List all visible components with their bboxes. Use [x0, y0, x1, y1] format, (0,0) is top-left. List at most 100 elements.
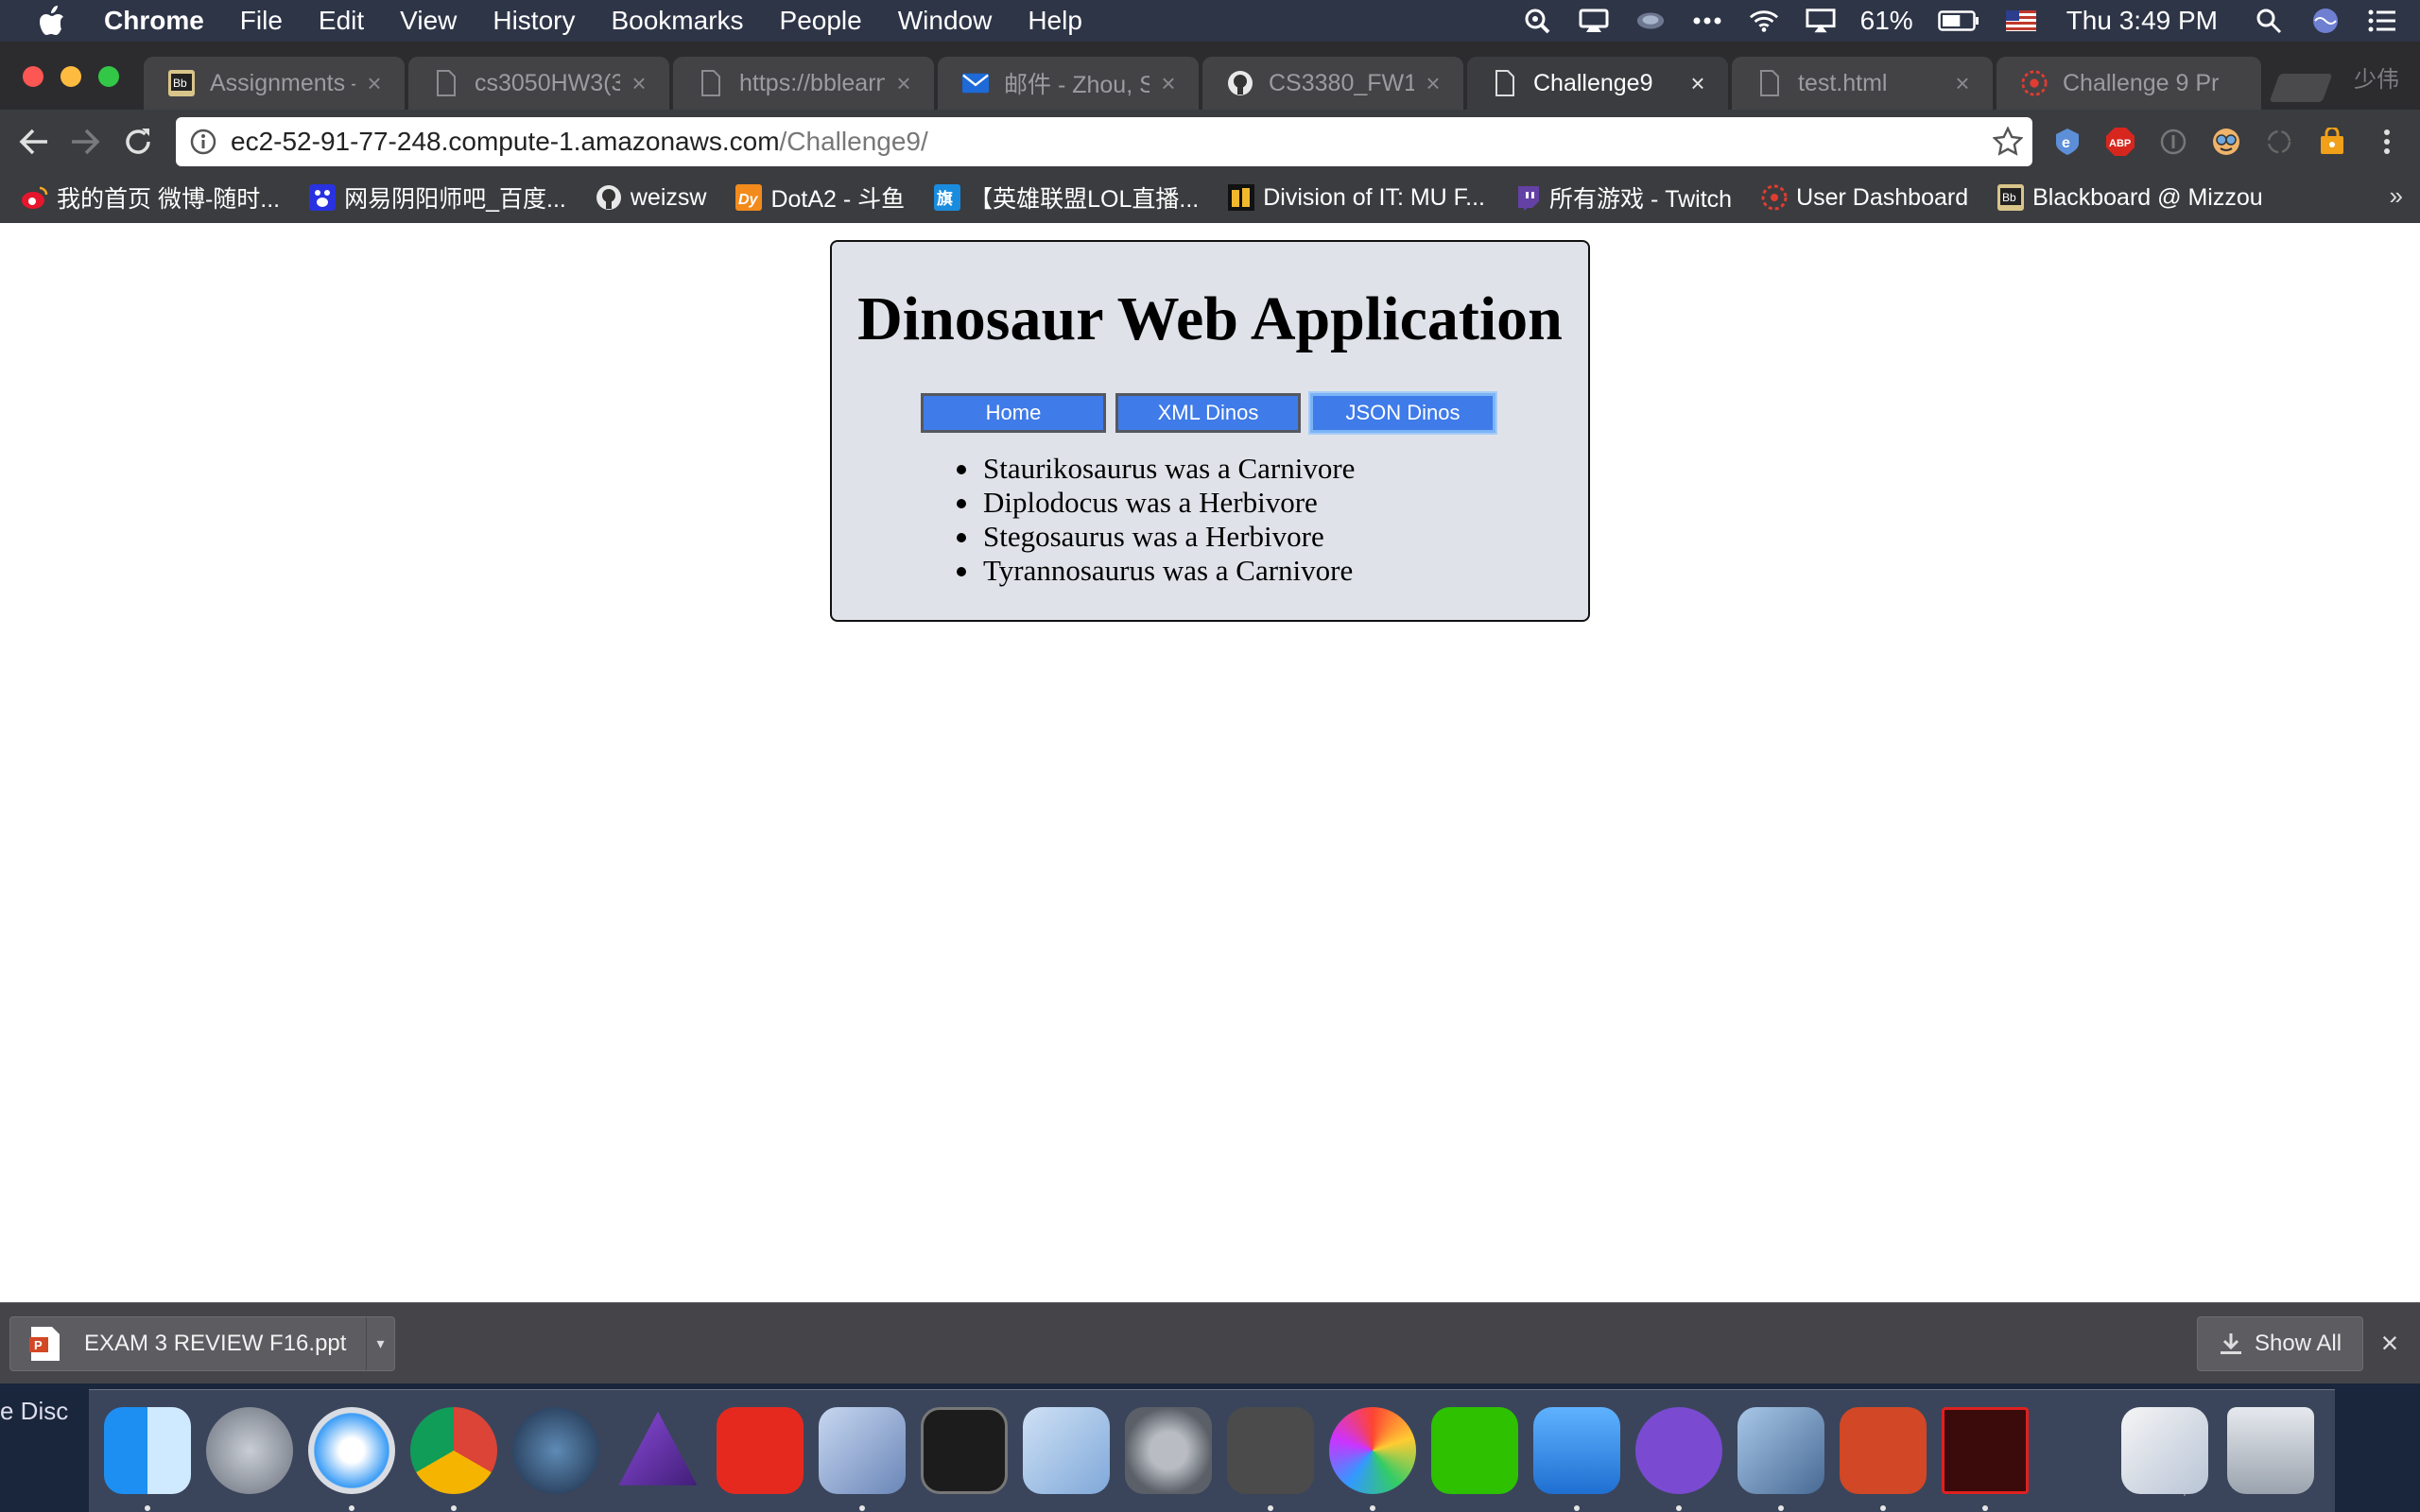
finder-icon[interactable] [104, 1407, 191, 1494]
bookmark-label: weizsw [630, 183, 707, 211]
bookmark-weizsw[interactable]: weizsw [595, 183, 707, 212]
cloud-icon[interactable] [1635, 7, 1666, 35]
tab-close-icon[interactable]: × [363, 69, 386, 98]
more-icon[interactable] [1692, 7, 1722, 35]
menu-bookmarks[interactable]: Bookmarks [611, 6, 743, 36]
reload-button[interactable] [121, 125, 155, 159]
acrobat-icon[interactable] [1942, 1407, 2029, 1494]
window-close-button[interactable] [23, 66, 43, 87]
netease-music-icon[interactable] [717, 1407, 804, 1494]
tab-challenge9[interactable]: Challenge9 × [1467, 57, 1728, 110]
desktop-item-label[interactable]: e Disc [0, 1397, 68, 1426]
document-icon [1492, 70, 1518, 96]
show-all-downloads-button[interactable]: Show All [2197, 1316, 2363, 1371]
bookmark-user-dashboard[interactable]: User Dashboard [1760, 183, 1968, 212]
tab-test-html[interactable]: test.html × [1732, 57, 1993, 110]
tab-challenge9-pr[interactable]: Challenge 9 Pr [1996, 57, 2261, 110]
tab-close-icon[interactable]: × [892, 69, 915, 98]
extension-gray-icon[interactable] [2157, 126, 2189, 158]
extension-e-icon[interactable]: e [2051, 126, 2083, 158]
info-icon[interactable] [189, 128, 217, 156]
menu-view[interactable]: View [400, 6, 457, 36]
extension-sync-icon[interactable] [2263, 126, 2295, 158]
home-button[interactable]: Home [921, 393, 1106, 433]
github-desktop-icon[interactable] [1635, 1407, 1722, 1494]
terminal-icon[interactable] [921, 1407, 1008, 1494]
bookmark-lol-live[interactable]: 旗 【英雄联盟LOL直播... [933, 180, 1199, 215]
preview-icon[interactable] [1023, 1407, 1110, 1494]
close-shelf-icon[interactable]: × [2375, 1326, 2405, 1360]
battery-icon[interactable] [1937, 7, 1979, 35]
system-preferences-icon[interactable] [1125, 1407, 1212, 1494]
airplay-icon[interactable] [1806, 7, 1836, 35]
menu-people[interactable]: People [780, 6, 862, 36]
tab-github-cs3380[interactable]: CS3380_FW16 × [1202, 57, 1463, 110]
bookmark-star-icon[interactable] [1993, 127, 2023, 157]
trash-icon[interactable] [2227, 1407, 2314, 1494]
profile-label[interactable]: 少伟 [2354, 60, 2399, 94]
download-options-button[interactable]: ▾ [366, 1317, 394, 1370]
menu-app-chrome[interactable]: Chrome [104, 6, 204, 36]
clock[interactable]: Thu 3:49 PM [2066, 6, 2218, 36]
bookmark-mizzou-it[interactable]: Division of IT: MU F... [1227, 183, 1485, 212]
chrome-icon[interactable] [410, 1407, 497, 1494]
tab-close-icon[interactable]: × [1422, 69, 1444, 98]
bookmark-weibo[interactable]: 我的首页 微博-随时... [21, 180, 280, 215]
wechat-icon[interactable] [1431, 1407, 1518, 1494]
tab-close-icon[interactable]: × [628, 69, 650, 98]
downloads-stack-icon[interactable] [2121, 1407, 2208, 1494]
menu-history[interactable]: History [493, 6, 575, 36]
extension-face-icon[interactable] [2210, 126, 2242, 158]
steam-icon[interactable] [512, 1407, 599, 1494]
running-indicator [451, 1505, 457, 1511]
xml-dinos-button[interactable]: XML Dinos [1115, 393, 1301, 433]
sublime-text-icon[interactable] [1227, 1407, 1314, 1494]
bookmark-label: DotA2 - 斗鱼 [770, 186, 906, 213]
ppt-file-icon: P [29, 1327, 60, 1361]
window-minimize-button[interactable] [60, 66, 81, 87]
bookmark-dota2-douyu[interactable]: Dy DotA2 - 斗鱼 [735, 180, 905, 215]
address-bar[interactable]: ec2-52-91-77-248.compute-1.amazonaws.com… [176, 117, 2032, 166]
chrome-menu-icon[interactable] [2371, 126, 2403, 158]
download-item[interactable]: P EXAM 3 REVIEW F16.ppt ▾ [9, 1316, 395, 1371]
extension-bag-icon[interactable] [2316, 126, 2348, 158]
powerpoint-icon[interactable] [1840, 1407, 1927, 1494]
bookmark-twitch[interactable]: 所有游戏 - Twitch [1513, 180, 1732, 215]
dictionary-icon[interactable] [1533, 1407, 1620, 1494]
search-icon[interactable] [2254, 7, 2284, 35]
image-capture-icon[interactable] [1737, 1407, 1824, 1494]
menu-help[interactable]: Help [1028, 6, 1082, 36]
safari-icon[interactable] [308, 1407, 395, 1494]
tab-bblearn[interactable]: https://bblearn × [673, 57, 934, 110]
window-zoom-button[interactable] [98, 66, 119, 87]
spotlight-search-icon[interactable] [1522, 7, 1552, 35]
launchpad-icon[interactable] [206, 1407, 293, 1494]
flag-icon[interactable] [2005, 7, 2036, 35]
bookmark-baidu-tieba[interactable]: 网易阴阳师吧_百度... [308, 180, 566, 215]
tab-cs3050hw3[interactable]: cs3050HW3(3 × [408, 57, 669, 110]
back-button[interactable] [17, 125, 51, 159]
virtualbox-icon[interactable] [819, 1407, 906, 1494]
apple-menu-icon[interactable] [38, 5, 66, 37]
bookmarks-overflow-button[interactable]: » [2390, 181, 2403, 211]
new-tab-button[interactable] [2269, 74, 2333, 102]
menu-edit[interactable]: Edit [319, 6, 364, 36]
tab-close-icon[interactable]: × [1951, 69, 1974, 98]
adblock-icon[interactable]: ABP [2104, 126, 2136, 158]
tab-close-icon[interactable]: × [1686, 69, 1709, 98]
bookmark-blackboard[interactable]: Bb Blackboard @ Mizzou [1996, 183, 2263, 212]
tab-mail[interactable]: 邮件 - Zhou, Sh × [938, 57, 1199, 110]
list-icon[interactable] [2367, 7, 2397, 35]
colorful-app-icon[interactable] [1329, 1407, 1416, 1494]
json-dinos-button[interactable]: JSON Dinos [1310, 393, 1495, 433]
wifi-icon[interactable] [1749, 7, 1779, 35]
siri-icon[interactable] [2310, 7, 2341, 35]
forward-button[interactable] [68, 125, 102, 159]
affinity-photo-icon[interactable] [618, 1411, 698, 1486]
menu-file[interactable]: File [240, 6, 283, 36]
menu-window[interactable]: Window [898, 6, 993, 36]
notification-icon[interactable] [1579, 7, 1609, 35]
tab-assignments[interactable]: Bb Assignments – × [144, 57, 405, 110]
tab-title: Challenge9 [1533, 69, 1653, 96]
tab-close-icon[interactable]: × [1157, 69, 1180, 98]
